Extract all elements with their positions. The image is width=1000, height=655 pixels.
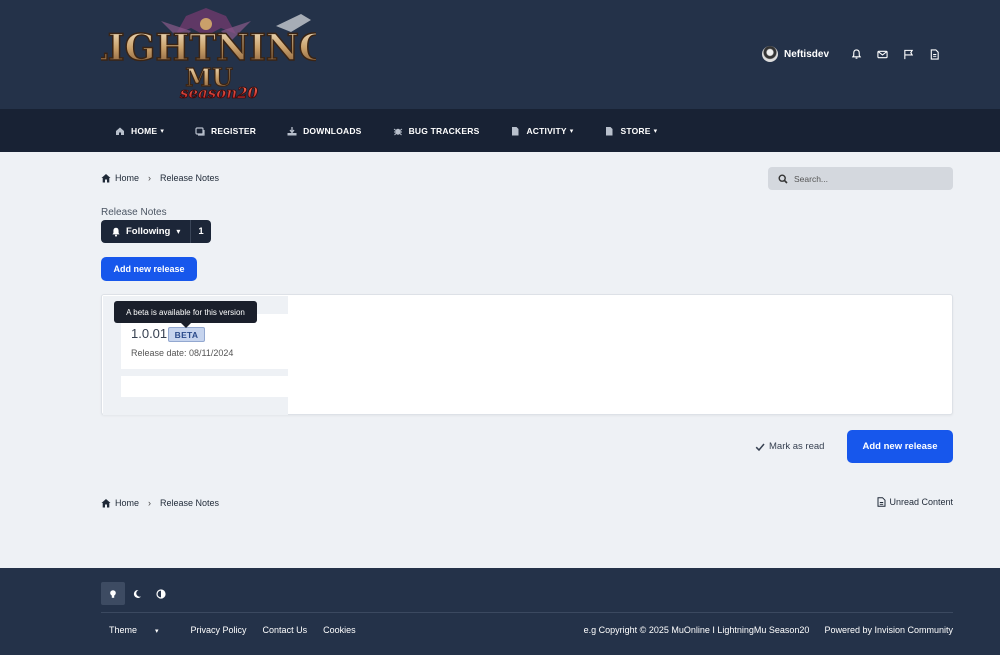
bell-icon	[112, 227, 120, 237]
nav-item-store[interactable]: STORE ▾	[604, 126, 657, 136]
nav-label: REGISTER	[211, 125, 257, 136]
breadcrumb-home[interactable]: Home	[115, 498, 139, 508]
unread-content-link[interactable]: Unread Content	[877, 497, 953, 507]
document-icon	[930, 48, 939, 60]
search-input[interactable]	[794, 173, 944, 184]
light-theme-button[interactable]	[101, 582, 125, 605]
nav-item-register[interactable]: REGISTER	[195, 126, 256, 136]
nav-label: HOME	[131, 125, 158, 136]
nav-item-downloads[interactable]: DOWNLOADS	[287, 126, 361, 136]
chevron-down-icon: ▾	[569, 127, 574, 135]
follow-label: Following	[126, 226, 171, 237]
nav-label: ACTIVITY	[526, 125, 567, 136]
moon-icon	[133, 589, 141, 598]
home-icon	[101, 498, 111, 508]
nav-item-bug-trackers[interactable]: BUG TRACKERS	[393, 126, 480, 136]
status-badge[interactable]: BETA	[168, 327, 205, 342]
footer-links: Theme ▾ Privacy Policy Contact Us Cookies	[109, 625, 372, 635]
unread-content-label: Unread Content	[889, 497, 953, 507]
avatar	[761, 46, 778, 62]
theme-switcher	[101, 582, 173, 605]
user-menu[interactable]: Neftisdev	[761, 46, 829, 62]
contrast-icon	[156, 588, 166, 599]
messages-button[interactable]	[869, 44, 895, 64]
nav-label: BUG TRACKERS	[408, 125, 480, 136]
home-icon	[101, 173, 111, 183]
unread-content-button[interactable]	[921, 44, 947, 64]
mark-as-read-button[interactable]: Mark as read	[755, 441, 824, 452]
footer-link-privacy[interactable]: Privacy Policy	[191, 625, 247, 635]
check-icon	[755, 443, 765, 451]
chevron-right-icon: ›	[148, 498, 152, 508]
document-icon	[877, 497, 886, 507]
footer-divider	[101, 612, 953, 613]
site-header: LIGHTNING MU season20 Neftisdev	[0, 0, 1000, 109]
breadcrumb-bottom: Home › Release Notes	[101, 498, 219, 508]
site-footer: Theme ▾ Privacy Policy Contact Us Cookies…	[0, 568, 1000, 655]
release-date: Release date: 08/11/2024	[131, 348, 234, 358]
tooltip-arrow	[181, 323, 191, 328]
document-icon	[510, 126, 520, 136]
nav-label: STORE	[620, 125, 651, 136]
bug-icon	[393, 126, 403, 136]
search-icon	[778, 173, 788, 184]
search-box[interactable]	[768, 167, 953, 190]
nav-label: DOWNLOADS	[303, 125, 362, 136]
list-item[interactable]	[121, 376, 288, 397]
copyright-text: e.g Copyright © 2025 MuOnline I Lightnin…	[583, 625, 810, 635]
breadcrumb-current[interactable]: Release Notes	[160, 173, 219, 183]
user-name: Neftisdev	[783, 48, 829, 60]
chevron-right-icon: ›	[148, 173, 152, 183]
mark-read-label: Mark as read	[769, 441, 825, 452]
dark-theme-button[interactable]	[125, 582, 149, 605]
flag-icon	[903, 49, 913, 59]
tooltip: A beta is available for this version	[114, 301, 257, 323]
powered-by-link[interactable]: Powered by Invision Community	[824, 625, 953, 635]
follow-button[interactable]: Following ▾	[101, 220, 192, 243]
add-release-button-bottom[interactable]: Add new release	[847, 430, 953, 463]
auto-theme-button[interactable]	[149, 582, 173, 605]
envelope-icon	[876, 50, 888, 58]
chevron-down-icon: ▾	[176, 227, 181, 236]
footer-link-label: Theme	[109, 625, 138, 635]
release-version: 1.0.01	[131, 326, 168, 341]
breadcrumb: Home › Release Notes	[101, 173, 219, 183]
site-logo[interactable]: LIGHTNING MU season20	[82, 6, 330, 102]
add-release-button[interactable]: Add new release	[101, 257, 197, 281]
nav-item-home[interactable]: HOME ▾	[115, 126, 164, 136]
nav-item-activity[interactable]: ACTIVITY ▾	[510, 126, 573, 136]
breadcrumb-home[interactable]: Home	[115, 173, 139, 183]
footer-link-theme[interactable]: Theme ▾	[109, 625, 175, 635]
lightbulb-icon	[110, 589, 116, 598]
home-icon	[115, 126, 125, 136]
chevron-down-icon: ▾	[160, 127, 165, 135]
main-nav: HOME ▾ REGISTER DOWNLOADS BUG TRACKERS AC…	[0, 109, 1000, 152]
chevron-down-icon: ▾	[653, 127, 658, 135]
page-title: Release Notes	[101, 207, 167, 218]
breadcrumb-current[interactable]: Release Notes	[160, 498, 219, 508]
notifications-button[interactable]	[843, 44, 869, 64]
bell-icon	[851, 48, 861, 59]
chevron-down-icon: ▾	[155, 628, 159, 635]
footer-link-contact[interactable]: Contact Us	[263, 625, 308, 635]
follower-count[interactable]: 1	[191, 220, 210, 243]
logo-graphic: LIGHTNING MU season20	[82, 8, 330, 102]
footer-info: e.g Copyright © 2025 MuOnline I Lightnin…	[569, 625, 953, 635]
logo-text-season: season20	[180, 84, 259, 102]
user-bar: Neftisdev	[761, 44, 947, 64]
follow-control: Following ▾ 1	[101, 220, 211, 243]
reports-button[interactable]	[895, 44, 921, 64]
download-icon	[287, 126, 297, 136]
document-icon	[604, 126, 614, 136]
footer-link-cookies[interactable]: Cookies	[323, 625, 356, 635]
register-icon	[195, 126, 205, 136]
